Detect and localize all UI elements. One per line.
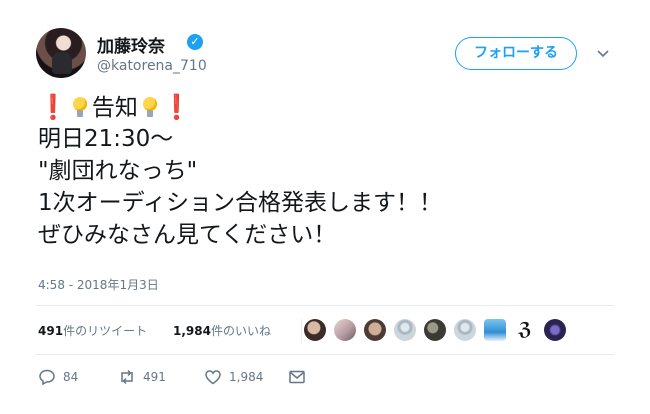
tweet-line-title: "劇団れなっち": [38, 158, 198, 184]
tweet-timestamp[interactable]: 4:58 - 2018年1月3日: [38, 276, 159, 293]
announcement-text: 告知: [91, 95, 138, 121]
mail-icon: [289, 370, 305, 384]
direct-message-button[interactable]: [288, 368, 306, 386]
liker-avatar[interactable]: [544, 319, 566, 341]
retweets-label: 件のリツイート: [63, 324, 148, 338]
author-handle[interactable]: @katorena_710: [97, 58, 207, 74]
like-count: 1,984: [229, 370, 264, 384]
retweet-count: 491: [143, 370, 166, 384]
stats-separator: [301, 319, 302, 343]
retweets-stat[interactable]: 491件のリツイート: [38, 322, 147, 339]
liker-avatars: ℨ: [304, 319, 574, 343]
reply-icon: [39, 369, 55, 386]
heart-icon: [205, 370, 221, 385]
exclamation-icon: ❗: [38, 93, 68, 121]
likes-label: 件のいいね: [210, 324, 271, 338]
light-bulb-icon: [142, 96, 158, 120]
follow-button[interactable]: フォローする: [455, 37, 577, 70]
reply-count: 84: [63, 370, 79, 384]
divider-top: [36, 305, 614, 306]
retweet-icon: [121, 369, 133, 385]
tweet-line-audition: 1次オーディション合格発表します！！: [38, 190, 443, 216]
liker-avatar[interactable]: [304, 319, 326, 341]
liker-avatar[interactable]: ℨ: [514, 319, 536, 341]
likes-count: 1,984: [173, 324, 211, 338]
liker-avatar[interactable]: [364, 319, 386, 341]
reply-button[interactable]: 84: [38, 368, 78, 386]
light-bulb-icon: [72, 96, 88, 120]
retweet-button[interactable]: 491: [118, 368, 166, 386]
tweet-text: ❗ 告知 ❗ 明日21:30～ "劇団れなっち" 1次オーディション合格発表します！…: [38, 91, 598, 251]
exclamation-icon: ❗: [161, 93, 192, 121]
tweet-actions: 84 491 1,984: [38, 366, 338, 388]
chevron-down-icon[interactable]: [596, 46, 610, 60]
tweet-line-announcement: ❗ 告知 ❗: [38, 91, 598, 123]
tweet-line-request: ぜひみなさん見てください！: [38, 222, 337, 248]
like-button[interactable]: 1,984: [204, 368, 263, 386]
divider-bottom: [36, 354, 614, 355]
tweet-line-time: 明日21:30～: [38, 126, 174, 152]
author-name[interactable]: 加藤玲奈: [97, 32, 165, 57]
liker-avatar[interactable]: [394, 319, 416, 341]
author-avatar[interactable]: [36, 28, 86, 78]
retweets-count: 491: [38, 324, 64, 338]
verified-badge-icon: ✓: [187, 34, 203, 50]
liker-avatar[interactable]: [484, 319, 506, 341]
liker-avatar[interactable]: [454, 319, 476, 341]
liker-avatar[interactable]: [424, 319, 446, 341]
liker-avatar[interactable]: [334, 319, 356, 341]
likes-stat[interactable]: 1,984件のいいね: [173, 322, 271, 339]
